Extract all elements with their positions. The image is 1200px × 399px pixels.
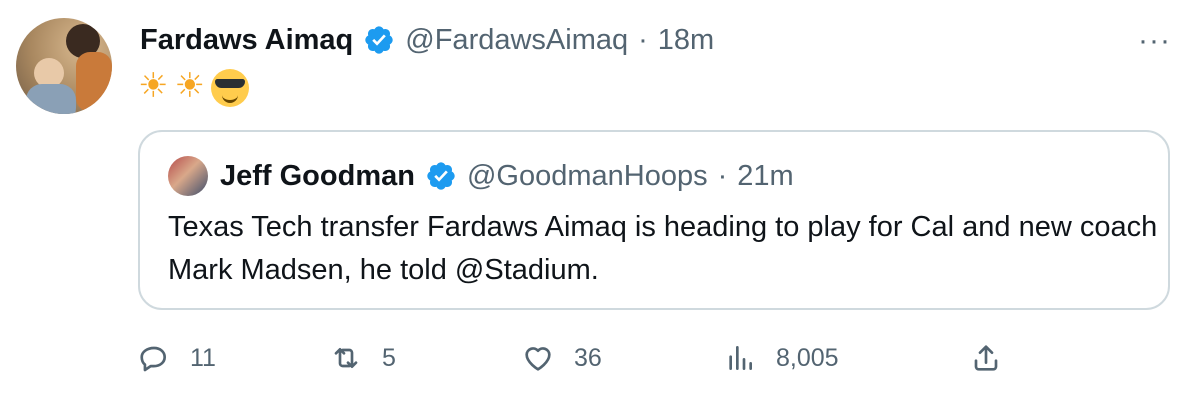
quoted-tweet-text: Texas Tech transfer Fardaws Aimaq is hea… [168,211,1158,286]
tweet-actions-bar: 11 5 36 8,005 [138,338,1018,378]
reply-button[interactable]: 11 [138,338,216,378]
retweet-button[interactable]: 5 [330,338,396,378]
tweet-text: ☀ ☀ [138,66,249,107]
sun-icon: ☀ [138,66,169,106]
quoted-tweet-header: Jeff Goodman @GoodmanHoops · 21m [220,156,794,196]
quoted-tweet-card[interactable]: Jeff Goodman @GoodmanHoops · 21m Texas T… [138,130,1170,310]
verified-badge-icon [365,26,393,54]
share-button[interactable] [970,338,1002,378]
reply-count: 11 [190,343,216,372]
quoted-author-handle: @GoodmanHoops [466,159,708,192]
verified-badge-icon [427,162,455,190]
share-icon [974,345,998,371]
views-count: 8,005 [776,343,839,372]
reply-icon [140,346,166,372]
retweet-count: 5 [382,343,396,372]
more-options-icon[interactable]: ··· [1138,24,1171,58]
views-button[interactable]: 8,005 [724,338,839,378]
quoted-tweet-time: 21m [737,159,794,192]
author-avatar[interactable] [16,18,112,114]
views-icon [729,346,752,370]
quoted-author-name: Jeff Goodman [220,159,415,192]
smiling-face-with-sunglasses-icon [210,69,249,107]
retweet-icon [334,348,358,368]
heart-icon [525,347,551,371]
tweet-header: Fardaws Aimaq @FardawsAimaq · 18m [140,18,714,62]
like-button[interactable]: 36 [522,338,602,378]
sun-icon: ☀ [174,66,205,106]
quoted-author-avatar [168,156,208,196]
author-name[interactable]: Fardaws Aimaq [140,24,353,57]
like-count: 36 [574,343,602,372]
author-handle[interactable]: @FardawsAimaq [405,24,628,57]
avatar-child-body [26,84,76,114]
tweet-time[interactable]: 18m [658,24,714,57]
separator-dot: · [717,159,728,192]
separator-dot: · [638,23,648,56]
avatar-figure-body [76,52,112,112]
